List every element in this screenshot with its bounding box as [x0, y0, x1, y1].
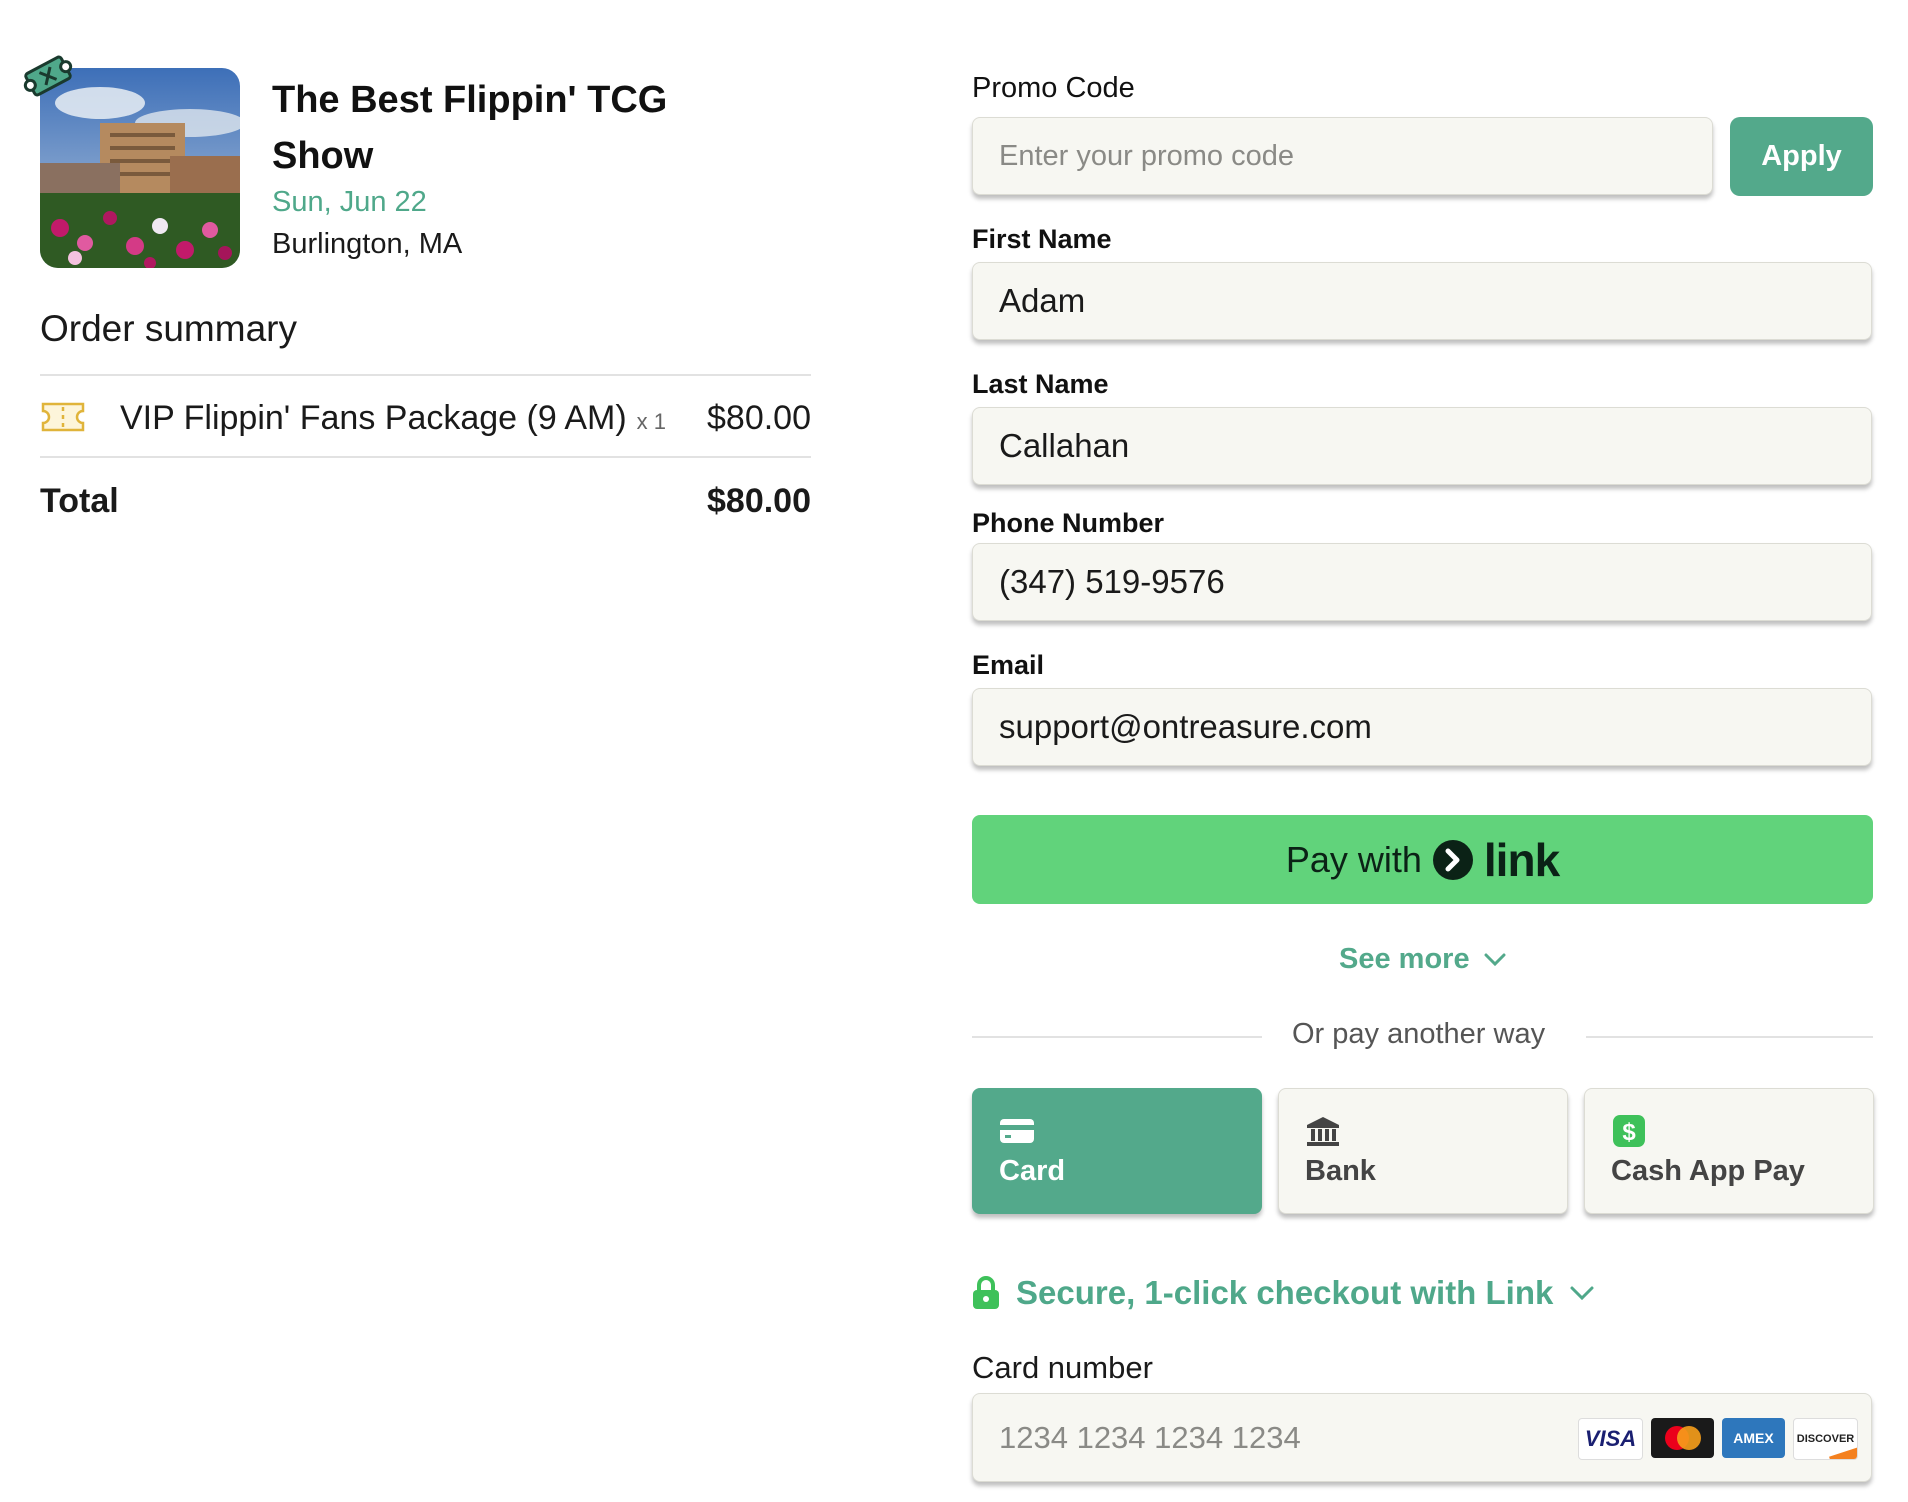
last-name-field[interactable]	[972, 407, 1872, 485]
see-more-label: See more	[1339, 943, 1470, 975]
pay-with-text: Pay with	[1285, 838, 1422, 880]
email-field[interactable]	[972, 688, 1872, 766]
link-brand-text: link	[1483, 833, 1560, 886]
card-brand-logos: VISA AMEX DISCOVER	[1578, 1418, 1858, 1460]
item-name-text: VIP Flippin' Fans Package (9 AM)	[120, 399, 627, 437]
chevron-down-icon	[1484, 953, 1506, 966]
divider	[972, 1036, 1262, 1038]
event-location: Burlington, MA	[272, 228, 463, 260]
discover-icon: DISCOVER	[1793, 1418, 1858, 1460]
payment-tab-label: Cash App Pay	[1611, 1155, 1805, 1187]
amex-text: AMEX	[1733, 1430, 1774, 1446]
divider	[40, 456, 811, 458]
card-number-label: Card number	[972, 1350, 1153, 1385]
payment-tab-label: Bank	[1305, 1155, 1376, 1187]
order-summary-heading: Order summary	[40, 308, 297, 349]
lock-icon	[973, 1276, 999, 1309]
visa-icon: VISA	[1578, 1418, 1643, 1460]
apply-button[interactable]: Apply	[1730, 117, 1873, 196]
event-title: The Best Flippin' TCG Show	[272, 79, 668, 177]
first-name-label: First Name	[972, 224, 1112, 254]
divider	[1586, 1036, 1873, 1038]
item-quantity: x 1	[636, 409, 667, 434]
first-name-field[interactable]	[972, 262, 1872, 340]
last-name-label: Last Name	[972, 369, 1109, 399]
amex-icon: AMEX	[1722, 1418, 1785, 1458]
see-more-button[interactable]: See more	[1339, 943, 1506, 976]
ticket-badge-icon	[23, 55, 73, 97]
bank-icon	[1307, 1117, 1339, 1146]
divider	[40, 374, 811, 376]
chevron-down-icon	[1570, 1286, 1594, 1301]
promo-code-input[interactable]	[972, 117, 1713, 195]
link-logo-icon	[1432, 839, 1473, 880]
payment-tab-card[interactable]: Card	[972, 1088, 1262, 1214]
payment-tab-bank[interactable]: Bank	[1278, 1088, 1568, 1214]
or-pay-another-way: Or pay another way	[1292, 1018, 1546, 1050]
discover-text: DISCOVER	[1796, 1433, 1855, 1445]
item-name: VIP Flippin' Fans Package (9 AM) x 1	[120, 396, 666, 444]
total-value: $80.00	[707, 482, 811, 520]
secure-checkout-text: Secure, 1-click checkout with Link	[1016, 1274, 1554, 1311]
discover-accent	[1829, 1446, 1857, 1459]
phone-number-field[interactable]	[972, 543, 1872, 621]
payment-tab-cash-app[interactable]: $ Cash App Pay	[1584, 1088, 1874, 1214]
total-label: Total	[40, 482, 119, 520]
ticket-icon	[41, 402, 85, 432]
item-price: $80.00	[707, 399, 811, 437]
email-label: Email	[972, 650, 1045, 680]
payment-tab-label: Card	[999, 1155, 1066, 1187]
visa-text: VISA	[1584, 1426, 1637, 1451]
svg-text:$: $	[1622, 1119, 1636, 1146]
cash-app-icon: $	[1613, 1115, 1645, 1147]
order-line-item: VIP Flippin' Fans Package (9 AM) x 1 $80.…	[40, 396, 811, 440]
event-date: Sun, Jun 22	[272, 186, 427, 218]
secure-link-checkout-toggle[interactable]: Secure, 1-click checkout with Link	[972, 1274, 1595, 1312]
total-row: Total $80.00	[40, 478, 811, 524]
card-icon	[1000, 1119, 1034, 1143]
promo-code-label: Promo Code	[972, 72, 1135, 104]
pay-with-link-button[interactable]: Pay with link	[972, 815, 1873, 904]
phone-number-label: Phone Number	[972, 508, 1165, 538]
mastercard-icon	[1651, 1418, 1714, 1458]
